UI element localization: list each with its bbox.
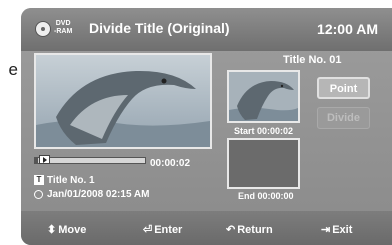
- clock: 12:00 AM: [317, 21, 378, 37]
- title-number: Title No. 1: [47, 175, 95, 186]
- key-hint-bar: ⬍ Move ⏎ Enter ↶ Return ⇥ Exit: [21, 211, 392, 245]
- clock-icon: [34, 190, 43, 199]
- progress-bar[interactable]: [34, 157, 146, 164]
- dvd-menu-screen: DVD -RAM Divide Title (Original) 12:00 A…: [21, 8, 392, 245]
- end-thumbnail: [227, 138, 300, 189]
- return-label: Return: [237, 224, 273, 236]
- recording-date: Jan/01/2008 02:15 AM: [47, 189, 150, 200]
- move-hint: ⬍ Move: [47, 223, 86, 236]
- dolphin-image: [36, 55, 210, 147]
- end-time: End 00:00:00: [238, 191, 294, 201]
- enter-label: Enter: [154, 224, 183, 236]
- title-icon: T: [34, 175, 44, 185]
- progress-fill: [35, 158, 39, 163]
- dolphin-thumbnail: [229, 72, 298, 121]
- start-time: Start 00:00:02: [234, 126, 294, 136]
- return-icon: ↶: [226, 224, 236, 236]
- disc-type-line1: DVD: [55, 20, 71, 27]
- return-hint: ↶ Return: [226, 223, 273, 236]
- exit-hint: ⇥ Exit: [321, 223, 352, 236]
- enter-icon: ⏎: [143, 224, 153, 236]
- play-icon: [39, 155, 50, 164]
- up-down-icon: ⬍: [47, 224, 57, 236]
- side-text: e: [8, 60, 18, 79]
- exit-label: Exit: [332, 224, 353, 236]
- move-label: Move: [58, 224, 87, 236]
- point-button[interactable]: Point: [317, 77, 370, 99]
- disc-icon: [35, 21, 51, 37]
- disc-type-line2: -RAM: [54, 28, 73, 35]
- playback-timecode: 00:00:02: [150, 158, 191, 169]
- selected-title-number: Title No. 01: [283, 54, 342, 66]
- start-thumbnail: [227, 70, 300, 123]
- divide-button[interactable]: Divide: [317, 107, 370, 129]
- video-preview: [34, 53, 212, 149]
- exit-icon: ⇥: [321, 224, 331, 236]
- page-title: Divide Title (Original): [89, 20, 230, 36]
- disc-type-label: DVD -RAM: [54, 20, 72, 36]
- menu-header: DVD -RAM Divide Title (Original) 12:00 A…: [21, 8, 392, 51]
- enter-hint: ⏎ Enter: [143, 223, 182, 236]
